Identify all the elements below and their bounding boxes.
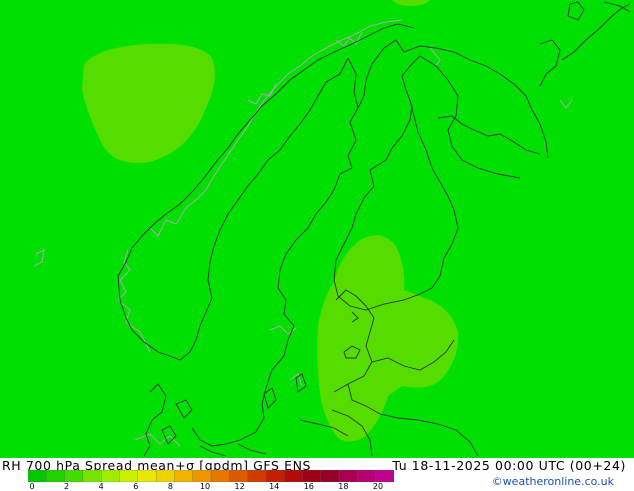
scale-cell — [28, 470, 47, 482]
scale-cell — [229, 470, 249, 482]
scale-cell — [64, 470, 84, 482]
color-scale — [28, 470, 394, 482]
scale-cell — [357, 470, 377, 482]
scale-cell — [174, 470, 194, 482]
scale-cell — [338, 470, 358, 482]
scale-cell — [265, 470, 285, 482]
scale-cell — [284, 470, 303, 482]
scale-cell — [82, 470, 102, 482]
weather-map — [0, 0, 634, 458]
scale-cell — [119, 470, 139, 482]
credit-link[interactable]: ©weatheronline.co.uk — [492, 475, 614, 488]
scale-cell — [101, 470, 120, 482]
scale-cell — [375, 470, 394, 482]
valid-time: Tu 18-11-2025 00:00 UTC (00+24) — [392, 458, 626, 473]
scale-cell — [137, 470, 157, 482]
scale-cell — [192, 470, 212, 482]
scale-cell — [155, 470, 175, 482]
map-canvas — [0, 0, 634, 458]
scale-cell — [46, 470, 66, 482]
scale-cell — [247, 470, 267, 482]
scale-cell — [320, 470, 340, 482]
scale-cell — [302, 470, 322, 482]
scale-cell — [210, 470, 230, 482]
credit-text[interactable]: ©weatheronline.co.uk — [492, 475, 614, 488]
